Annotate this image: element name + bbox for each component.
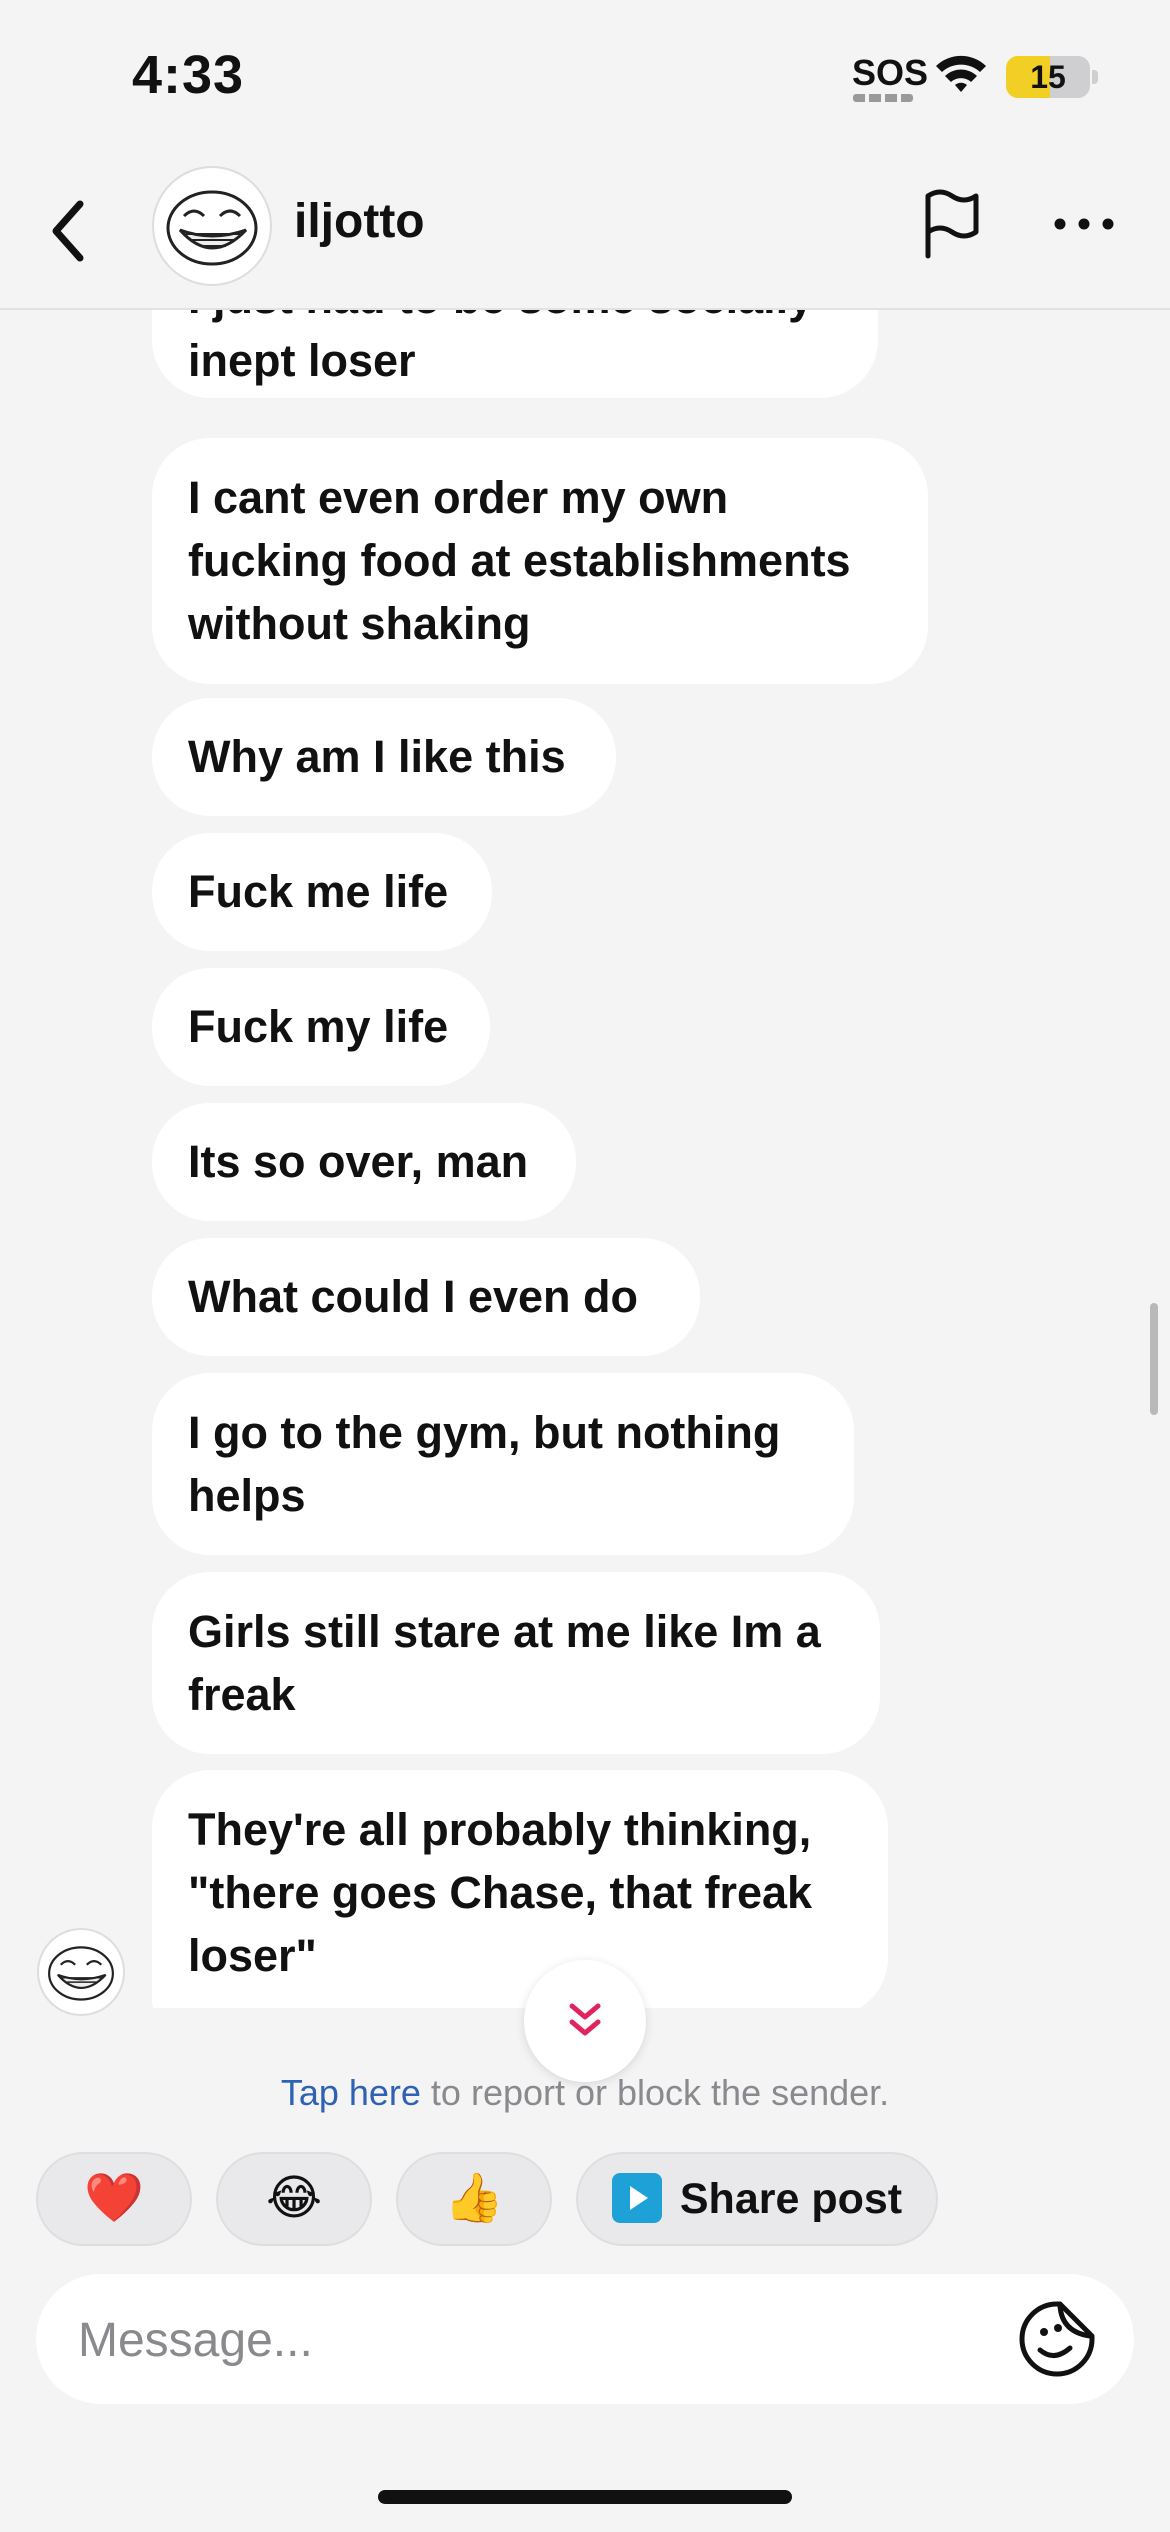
sticker-icon[interactable] <box>1018 2300 1096 2378</box>
laugh-emoji-icon: 😂 <box>265 2172 323 2225</box>
troll-face-icon <box>166 190 258 266</box>
message-bubble[interactable]: Fuck me life <box>152 833 492 951</box>
share-post-label: Share post <box>679 2175 903 2223</box>
message-bubble[interactable]: I cant even order my own fucking food at… <box>152 438 928 684</box>
scroll-to-bottom-button[interactable] <box>524 1960 646 2082</box>
wifi-icon <box>936 55 986 92</box>
scrollbar[interactable] <box>1150 1303 1158 1415</box>
flag-icon[interactable] <box>920 188 984 260</box>
message-bubble[interactable]: Girls still stare at me like Im a freak <box>152 1572 880 1754</box>
message-bubble[interactable]: Its so over, man <box>152 1103 576 1221</box>
play-icon <box>611 2172 662 2223</box>
message-list[interactable]: I just had to be some socially inept los… <box>0 308 1170 2008</box>
share-post-button[interactable]: Share post <box>576 2152 938 2246</box>
message-bubble[interactable]: Fuck my life <box>152 968 490 1086</box>
message-bubble[interactable]: What could I even do <box>152 1238 700 1356</box>
message-bubble[interactable]: They're all probably thinking, "there go… <box>152 1770 888 2008</box>
more-horizontal-icon[interactable] <box>1052 212 1116 236</box>
double-chevron-down-icon <box>569 2003 601 2036</box>
sos-indicator: SOS <box>852 52 929 93</box>
thumbs-up-reaction-button[interactable]: 👍 <box>396 2152 552 2246</box>
report-text: to report or block the sender. <box>420 2072 890 2113</box>
sender-avatar[interactable] <box>37 1928 125 2016</box>
report-link[interactable]: Tap here <box>281 2072 421 2113</box>
chevron-left-icon[interactable] <box>44 196 94 266</box>
heart-reaction-button[interactable]: ❤️ <box>36 2152 192 2246</box>
avatar[interactable] <box>152 166 272 286</box>
message-composer <box>36 2274 1134 2406</box>
chat-header: iljotto <box>0 150 1170 310</box>
message-input[interactable] <box>76 2274 980 2406</box>
laugh-reaction-button[interactable]: 😂 <box>216 2152 372 2246</box>
status-time: 4:33 <box>132 45 245 105</box>
message-bubble[interactable]: Why am I like this <box>152 698 616 816</box>
message-bubble[interactable]: I go to the gym, but nothing helps <box>152 1373 854 1555</box>
heart-icon: ❤️ <box>84 2172 144 2225</box>
message-bubble[interactable]: I just had to be some socially inept los… <box>152 308 878 398</box>
thumbs-up-icon: 👍 <box>444 2172 504 2225</box>
troll-face-icon <box>48 1946 114 2001</box>
status-bar: 4:33 SOS 15 <box>0 0 1170 150</box>
signal-dots <box>853 94 913 102</box>
home-indicator[interactable] <box>378 2490 792 2504</box>
battery-level: 15 <box>1030 59 1066 95</box>
chat-username[interactable]: iljotto <box>294 194 425 249</box>
